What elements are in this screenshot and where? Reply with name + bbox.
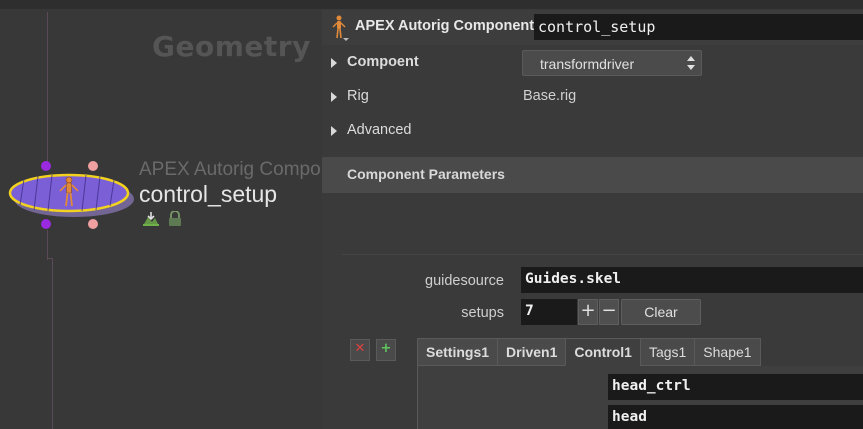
folder-label: Compoent [347, 54, 419, 70]
clear-button[interactable]: Clear [621, 299, 701, 325]
component-parameters-section[interactable]: Component Parameters [322, 157, 863, 193]
param-driver: driver head_ctrl [417, 374, 863, 404]
context-label: Geometry [152, 30, 311, 63]
tab-shape1[interactable]: Shape1 [694, 338, 761, 366]
output-connector[interactable] [41, 219, 51, 229]
node-tile[interactable] [0, 155, 140, 235]
component-type-dropdown[interactable]: transformdriver [522, 50, 702, 76]
param-label: guidesource [425, 273, 504, 289]
wire [47, 12, 48, 162]
param-guidesource: guidesource Guides.skel [322, 267, 863, 297]
driverguide-field[interactable]: head [608, 405, 863, 429]
add-setup-button[interactable]: + [578, 299, 598, 325]
folder-label: Rig [347, 88, 369, 104]
expand-arrow-icon[interactable] [331, 92, 337, 102]
updown-arrows-icon [687, 56, 695, 70]
rig-figure-icon[interactable] [330, 14, 350, 42]
section-label: Component Parameters [347, 166, 505, 182]
tab-control1[interactable]: Control1 [565, 338, 640, 366]
expand-arrow-icon[interactable] [331, 58, 337, 68]
multiparm-tabs: Settings1 Driven1 Control1 Tags1 Shape1 [417, 338, 761, 366]
dropdown-value: transformdriver [540, 56, 635, 72]
insert-instance-icon[interactable]: + [376, 339, 396, 361]
parameter-editor: APEX Autorig Component control_setup Com… [322, 0, 863, 429]
tab-tags1[interactable]: Tags1 [639, 338, 695, 366]
guidesource-field[interactable]: Guides.skel [521, 267, 863, 293]
node-badges [142, 211, 182, 227]
setups-count-field[interactable]: 7 [521, 299, 577, 325]
driver-field[interactable]: head_ctrl [608, 374, 863, 400]
tab-driven1[interactable]: Driven1 [497, 338, 566, 366]
remove-setup-button[interactable]: − [599, 299, 619, 325]
node-type-title: APEX Autorig Component [355, 18, 535, 34]
input-connector[interactable] [88, 161, 98, 171]
section-spacer [342, 193, 863, 255]
node-name-label[interactable]: control_setup [139, 181, 277, 208]
download-icon [143, 212, 159, 226]
param-setups: setups 7 + − Clear [322, 299, 863, 329]
parameter-header: APEX Autorig Component control_setup [322, 10, 863, 45]
wire [52, 258, 53, 429]
lock-icon [169, 211, 181, 226]
network-editor[interactable]: Geometry APEX Autorig Compo control_setu… [0, 0, 322, 429]
folder-rig[interactable]: Rig Base.rig [322, 80, 863, 114]
folder-label: Advanced [347, 122, 412, 138]
network-toolbar-strip [0, 0, 322, 9]
rig-value: Base.rig [523, 88, 577, 104]
param-driverguide: driverguide head [417, 405, 863, 429]
folder-advanced[interactable]: Advanced [322, 114, 863, 148]
pane-title-strip [322, 0, 863, 9]
delete-instance-icon[interactable]: ✕ [350, 339, 370, 361]
output-connector[interactable] [88, 219, 98, 229]
param-label: setups [461, 305, 504, 321]
folder-compoent[interactable]: Compoent transformdriver [322, 46, 863, 80]
node-type-label: APEX Autorig Compo [139, 159, 321, 180]
expand-arrow-icon[interactable] [331, 126, 337, 136]
node-name-field[interactable]: control_setup [534, 14, 863, 40]
input-connector[interactable] [41, 161, 51, 171]
tab-settings1[interactable]: Settings1 [417, 338, 498, 366]
